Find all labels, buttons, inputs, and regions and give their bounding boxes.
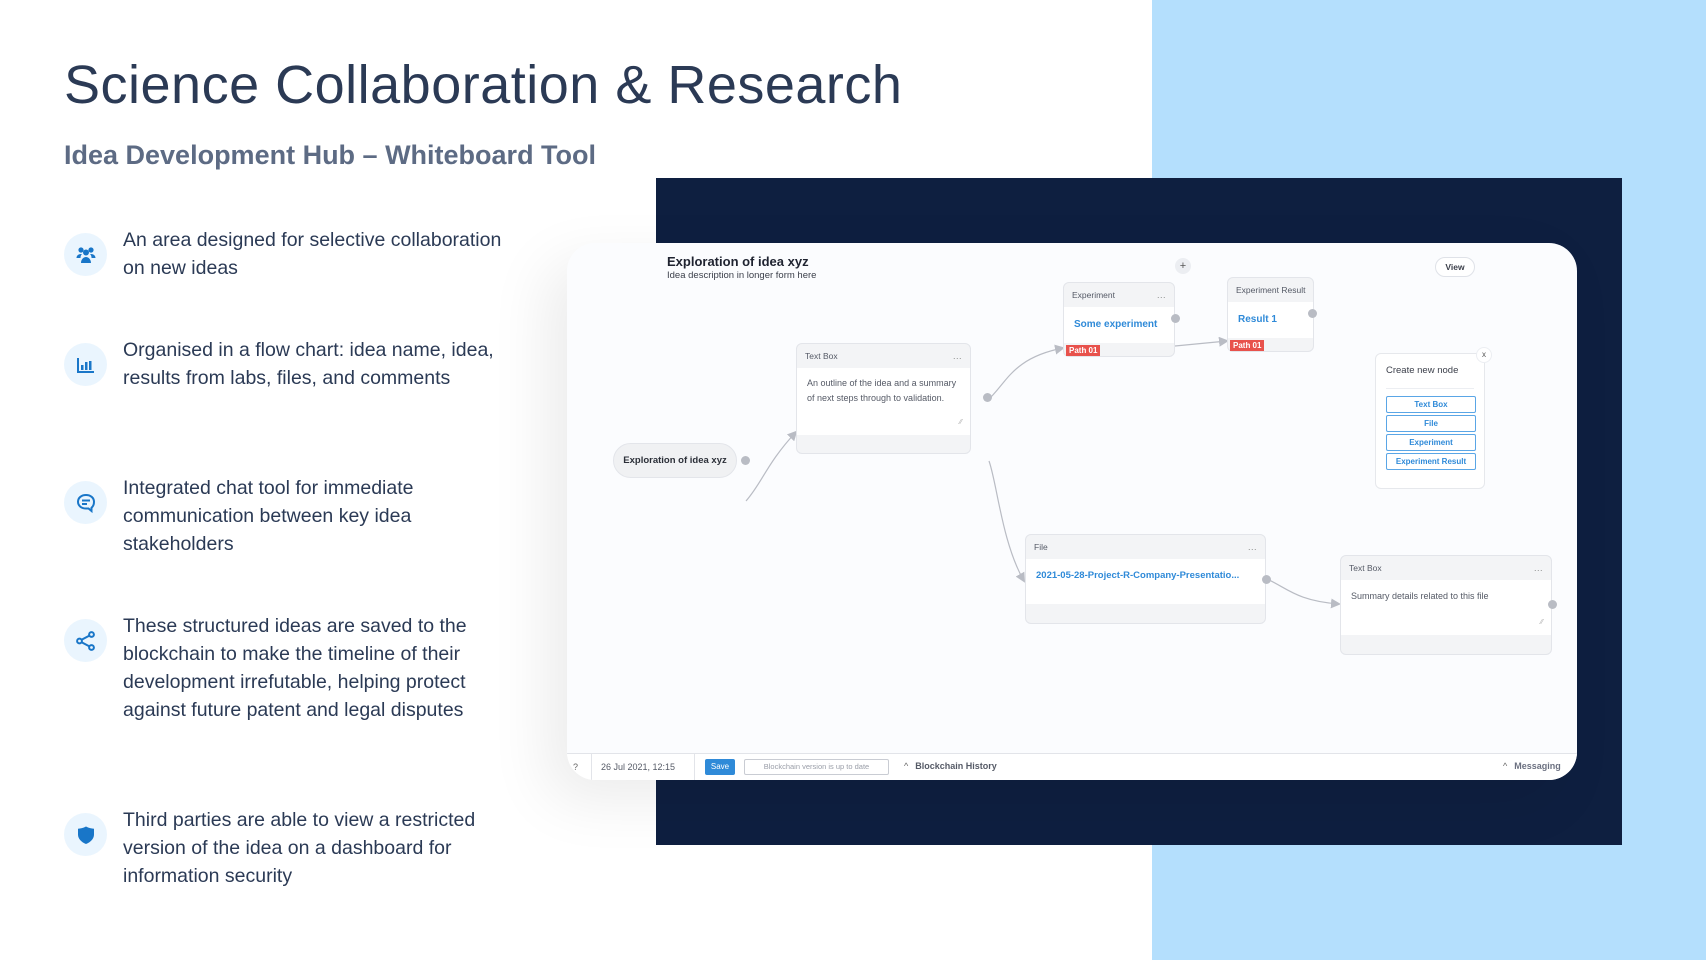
root-node[interactable]: Exploration of idea xyz [613,443,737,478]
edge-textbox-to-file [988,460,1026,583]
experiment-link[interactable]: Some experiment [1074,319,1157,330]
textbox-content: An outline of the idea and a summary of … [807,378,957,403]
node-type: File [1034,542,1048,552]
create-textbox-button[interactable]: Text Box [1386,396,1476,413]
blockchain-history-label: Blockchain History [915,761,997,771]
node-menu-icon[interactable]: ... [953,351,962,361]
help-button[interactable]: ? [573,762,578,772]
feature-text: These structured ideas are saved to the … [123,615,467,721]
bottom-bar: ? 26 Jul 2021, 12:15 Save Blockchain ver… [567,753,1577,780]
create-node-title: Create new node [1386,365,1459,376]
feature-text: Integrated chat tool for immediate commu… [123,477,414,555]
edge-root-to-textbox [745,430,798,502]
chevron-up-icon: ^ [1503,761,1508,771]
experiment-result-node[interactable]: Experiment Result Result 1 Path 01 [1227,277,1314,352]
node-menu-icon[interactable]: ... [1157,290,1166,300]
file-node[interactable]: File... 2021-05-28-Project-R-Company-Pre… [1025,534,1266,624]
feature-item: Organised in a flow chart: idea name, id… [64,336,504,392]
messaging-label: Messaging [1514,761,1561,771]
node-type: Text Box [1349,563,1382,573]
divider [694,754,695,780]
bar-chart-icon [64,343,107,386]
textbox-content: Summary details related to this file [1351,591,1489,601]
file-output-port[interactable] [1262,575,1271,584]
feature-text: Third parties are able to view a restric… [123,809,476,887]
messaging-toggle[interactable]: ^ Messaging [1503,761,1561,771]
result-link[interactable]: Result 1 [1238,314,1277,325]
blockchain-status: Blockchain version is up to date [744,759,889,775]
saved-timestamp: 26 Jul 2021, 12:15 [601,762,676,772]
divider [591,754,592,780]
path-badge: Path 01 [1230,340,1265,351]
edge-file-to-textbox2 [1266,578,1341,609]
experiment-output-port[interactable] [1171,314,1180,323]
node-content[interactable]: An outline of the idea and a summary of … [797,368,970,435]
edge-textbox-to-experiment [986,344,1065,402]
node-menu-icon[interactable]: ... [1248,542,1257,552]
divider [1386,388,1474,389]
textbox2-output-port[interactable] [1548,600,1557,609]
slide-subtitle: Idea Development Hub – Whiteboard Tool [64,140,597,170]
shield-icon [64,813,107,856]
blockchain-history-toggle[interactable]: ^ Blockchain History [904,761,997,771]
node-type: Experiment Result [1236,285,1306,295]
share-icon [64,619,107,662]
create-node-panel: Create new node Text Box File Experiment… [1375,353,1485,489]
textbox-node[interactable]: Text Box... An outline of the idea and a… [796,343,971,454]
feature-item: Integrated chat tool for immediate commu… [64,474,504,558]
textbox-output-port[interactable] [983,393,992,402]
path-badge: Path 01 [1066,345,1101,356]
resize-handle-icon[interactable]: ⁄⁄ [1541,616,1543,631]
create-file-button[interactable]: File [1386,415,1476,432]
feature-text: An area designed for selective collabora… [123,229,502,279]
textbox-node[interactable]: Text Box... Summary details related to t… [1340,555,1552,655]
root-output-port[interactable] [741,456,750,465]
resize-handle-icon[interactable]: ⁄⁄ [960,416,962,431]
feature-item: These structured ideas are saved to the … [64,612,504,724]
feature-item: An area designed for selective collabora… [64,226,504,282]
node-type: Experiment [1072,290,1115,300]
users-icon [64,233,107,276]
node-content[interactable]: Summary details related to this file ⁄⁄ [1341,580,1551,635]
feature-text: Organised in a flow chart: idea name, id… [123,339,494,389]
node-menu-icon[interactable]: ... [1534,563,1543,573]
create-experiment-result-button[interactable]: Experiment Result [1386,453,1476,470]
experiment-node[interactable]: Experiment... Some experiment Path 01 [1063,282,1175,357]
chat-icon [64,481,107,524]
file-link[interactable]: 2021-05-28-Project-R-Company-Presentatio… [1036,570,1239,581]
chevron-up-icon: ^ [904,761,909,771]
create-experiment-button[interactable]: Experiment [1386,434,1476,451]
node-type: Text Box [805,351,838,361]
slide-title: Science Collaboration & Research [64,55,903,115]
feature-item: Third parties are able to view a restric… [64,806,504,890]
result-output-port[interactable] [1308,309,1317,318]
close-icon[interactable]: x [1476,347,1492,363]
save-button[interactable]: Save [705,759,735,775]
edge-experiment-to-result [1174,336,1229,347]
whiteboard-app: Exploration of idea xyz Idea description… [567,243,1577,780]
